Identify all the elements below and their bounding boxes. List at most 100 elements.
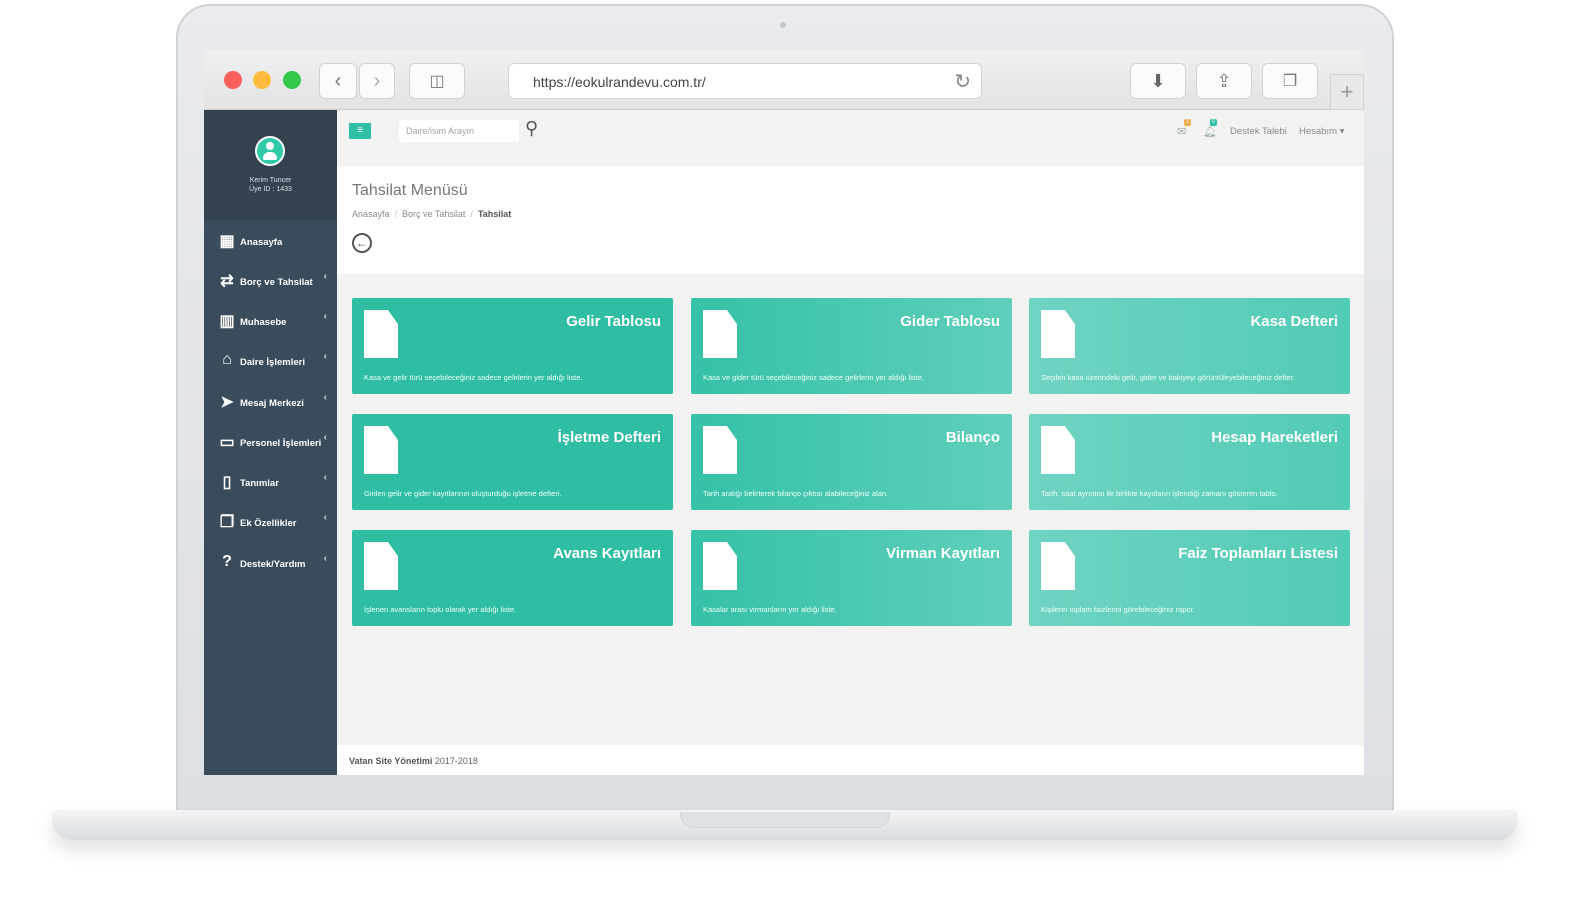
home-icon: ⌂ (222, 351, 232, 368)
card-description: Seçilen kasa üzerindeki gelir, gider ve … (1041, 373, 1295, 382)
chevron-left-icon: ‹ (323, 351, 327, 362)
close-window-button[interactable] (224, 71, 242, 89)
profile-member-id: Üye ID : 1433 (249, 186, 292, 193)
address-bar[interactable]: https://eokulrandevu.com.tr/ ↻ (508, 63, 982, 99)
chevron-left-icon: ‹ (323, 432, 327, 443)
sidebar-item-label: Tanımlar (240, 478, 279, 489)
card-title: Kasa Defteri (1250, 313, 1338, 330)
breadcrumb-current: Tahsilat (477, 209, 512, 219)
tabs-icon: ❐ (1282, 73, 1298, 90)
forward-nav-button[interactable]: › (359, 63, 395, 99)
card-description: Kişilerin toplam faizlerini görebileceği… (1041, 605, 1195, 614)
reload-icon[interactable]: ↻ (954, 69, 971, 94)
card-description: Girilen gelir ve gider kayıtlarının oluş… (364, 489, 562, 498)
card-gider-tablosu[interactable]: Gider Tablosu Kasa ve gider türü seçebil… (691, 298, 1012, 394)
url-text: https://eokulrandevu.com.tr/ (533, 74, 706, 90)
profile-name: Kerim Tuncer (249, 177, 292, 184)
alerts-notification-button[interactable]: 🔔︎ 0 (1203, 119, 1217, 138)
sidebar-item-label: Ek Özellikler (240, 518, 297, 529)
laptop-notch (680, 812, 890, 828)
profile-panel: Kerim Tuncer Üye ID : 1433 (204, 110, 337, 220)
downloads-button[interactable]: ⬇ (1130, 63, 1186, 99)
sidebar-item-label: Mesaj Merkezi (240, 398, 304, 409)
page-footer: Vatan Site Yönetimi 2017-2018 (337, 745, 1364, 775)
bell-icon: 🔔︎ (1203, 126, 1217, 138)
sidebar-toggle-button[interactable]: ◫ (409, 63, 465, 99)
search-icon[interactable]: ⚲ (525, 118, 538, 139)
caret-down-icon: ▾ (1339, 126, 1345, 137)
chevron-right-icon: › (373, 69, 381, 92)
sidebar-item-label: Anasayfa (240, 237, 283, 248)
card-virman-kayitlari[interactable]: Virman Kayıtları Kasalar arası virmanlar… (691, 530, 1012, 626)
exchange-icon: ⇄ (220, 273, 234, 290)
card-description: İşlenen avansların toplu olarak yer aldı… (364, 605, 517, 614)
sidebar-item-tanimlar[interactable]: ▯ Tanımlar ‹ (204, 472, 337, 512)
back-button[interactable]: ← (352, 233, 372, 253)
card-description: Kasa ve gider türü seçebileceğiniz sadec… (703, 373, 924, 382)
card-faiz-toplamlari-listesi[interactable]: Faiz Toplamları Listesi Kişilerin toplam… (1029, 530, 1350, 626)
account-label: Hesabım (1299, 126, 1338, 137)
share-icon: ⇪ (1216, 70, 1232, 91)
sidebar-item-ek-ozellikler[interactable]: ❐ Ek Özellikler ‹ (204, 512, 337, 552)
sidebar-icon: ◫ (429, 73, 445, 90)
monitor-icon: ▭ (219, 434, 235, 451)
messages-notification-button[interactable]: ✉ 1 (1177, 119, 1191, 138)
breadcrumb: Anasayfa / Borç ve Tahsilat / Tahsilat (352, 209, 512, 219)
search-input[interactable]: Daire/isim Arayın (399, 120, 519, 142)
breadcrumb-borc-ve-tahsilat[interactable]: Borç ve Tahsilat (402, 209, 465, 219)
laptop-frame: ‹ › ◫ https://eokulrandevu.com.tr/ ↻ ⬇ ⇪… (0, 0, 1572, 900)
sidebar-item-label: Borç ve Tahsilat (240, 277, 313, 288)
card-title: Virman Kayıtları (886, 545, 1000, 562)
sidebar-item-personel-islemleri[interactable]: ▭ Personel İşlemleri ‹ (204, 432, 337, 472)
breadcrumb-anasayfa[interactable]: Anasayfa (352, 209, 390, 219)
footer-years: 2017-2018 (434, 756, 478, 766)
card-kasa-defteri[interactable]: Kasa Defteri Seçilen kasa üzerindeki gel… (1029, 298, 1350, 394)
card-title: Hesap Hareketleri (1211, 429, 1338, 446)
card-hesap-hareketleri[interactable]: Hesap Hareketleri Tarih, saat ayrıntısı … (1029, 414, 1350, 510)
minimize-window-button[interactable] (253, 71, 271, 89)
sidebar-item-destek-yardim[interactable]: ? Destek/Yardım ‹ (204, 553, 337, 593)
chevron-left-icon: ‹ (323, 392, 327, 403)
card-gelir-tablosu[interactable]: Gelir Tablosu Kasa ve gelir türü seçebil… (352, 298, 673, 394)
share-button[interactable]: ⇪ (1196, 63, 1252, 99)
sidebar-item-label: Personel İşlemleri (240, 438, 322, 449)
arrow-left-icon: ← (356, 236, 368, 250)
new-tab-button[interactable]: + (1330, 74, 1364, 110)
account-menu[interactable]: Hesabım ▾ (1299, 126, 1344, 137)
chevron-left-icon: ‹ (323, 512, 327, 523)
app-topbar: ≡ Daire/isim Arayın ⚲ ✉ 1 🔔︎ 0 Destek Ta… (337, 110, 1364, 156)
footer-brand: Vatan Site Yönetimi (349, 756, 433, 766)
browser-toolbar: ‹ › ◫ https://eokulrandevu.com.tr/ ↻ ⬇ ⇪… (204, 50, 1364, 110)
card-avans-kayitlari[interactable]: Avans Kayıtları İşlenen avansların toplu… (352, 530, 673, 626)
sidebar-item-daire-islemleri[interactable]: ⌂ Daire İşlemleri ‹ (204, 351, 337, 391)
footer-text: Vatan Site Yönetimi 2017-2018 (349, 756, 478, 766)
copy-icon: ❐ (219, 514, 235, 531)
card-isletme-defteri[interactable]: İşletme Defteri Girilen gelir ve gider k… (352, 414, 673, 510)
page-title: Tahsilat Menüsü (352, 182, 468, 199)
card-title: Gelir Tablosu (566, 313, 661, 330)
sidebar-item-mesaj-merkezi[interactable]: ➤ Mesaj Merkezi ‹ (204, 392, 337, 432)
avatar[interactable] (255, 136, 285, 166)
sidebar-item-borc-ve-tahsilat[interactable]: ⇄ Borç ve Tahsilat ‹ (204, 271, 337, 311)
card-title: Gider Tablosu (900, 313, 1000, 330)
card-title: Faiz Toplamları Listesi (1178, 545, 1338, 562)
download-icon: ⬇ (1150, 70, 1166, 91)
card-description: Kasa ve gelir türü seçebileceğiniz sadec… (364, 373, 583, 382)
tabs-button[interactable]: ❐ (1262, 63, 1318, 99)
sidebar-item-label: Muhasebe (240, 317, 287, 328)
question-icon: ? (222, 553, 232, 570)
card-bilanco[interactable]: Bilanço Tarih aralığı belirterek bilanço… (691, 414, 1012, 510)
chevron-left-icon: ‹ (323, 311, 327, 322)
menu-toggle-button[interactable]: ≡ (349, 123, 371, 139)
sidebar: Kerim Tuncer Üye ID : 1433 ▦ Anasayfa ⇄ … (204, 110, 337, 775)
sidebar-item-muhasebe[interactable]: ▥ Muhasebe ‹ (204, 311, 337, 351)
back-nav-button[interactable]: ‹ (319, 63, 357, 99)
camera-dot (780, 22, 786, 28)
maximize-window-button[interactable] (283, 71, 301, 89)
card-title: Bilanço (945, 429, 1000, 446)
screen: ‹ › ◫ https://eokulrandevu.com.tr/ ↻ ⬇ ⇪… (204, 50, 1364, 775)
sidebar-item-anasayfa[interactable]: ▦ Anasayfa (204, 231, 337, 271)
chevron-left-icon: ‹ (323, 271, 327, 282)
card-title: Avans Kayıtları (553, 545, 661, 562)
support-request-link[interactable]: Destek Talebi (1230, 126, 1287, 137)
